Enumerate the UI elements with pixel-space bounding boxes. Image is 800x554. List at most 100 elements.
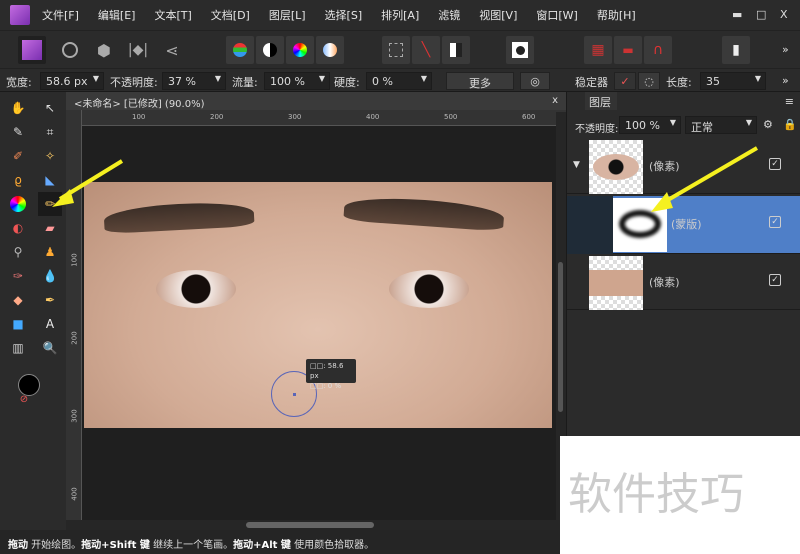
snapping-button[interactable]: ∩ bbox=[644, 36, 672, 64]
color-picker-icon[interactable]: ✎ bbox=[10, 124, 26, 140]
menu-select[interactable]: 选择[S] bbox=[325, 7, 363, 23]
blend-mode-select[interactable]: 正常 ▼ bbox=[685, 116, 757, 134]
context-toolbar: 宽度: 58.6 px ▼ 不透明度: 37 % ▼ 流量: 100 % ▼ 硬度: … bbox=[0, 68, 800, 153]
maximize-button[interactable]: □ bbox=[756, 8, 766, 21]
annotation-arrow-icon bbox=[651, 146, 759, 212]
layer-visibility-checkbox[interactable]: ✓ bbox=[769, 274, 781, 286]
white-balance-button[interactable] bbox=[316, 36, 344, 64]
levels-icon bbox=[233, 43, 247, 57]
patch-tool-icon[interactable]: ◆ bbox=[10, 292, 26, 308]
layer-visibility-checkbox[interactable]: ✓ bbox=[769, 158, 781, 170]
snapping-grid-button[interactable]: ▦ bbox=[584, 36, 612, 64]
zoom-tool-icon[interactable]: 🔍 bbox=[42, 340, 58, 356]
dodge-brush-icon[interactable]: ◐ bbox=[10, 220, 26, 236]
layer-thumbnail bbox=[589, 256, 643, 310]
menu-edit[interactable]: 编辑[E] bbox=[98, 7, 136, 23]
menu-view[interactable]: 视图[V] bbox=[479, 7, 517, 23]
hardness-field[interactable]: 0 % ▼ bbox=[366, 72, 432, 90]
ruler-tick-label: 500 bbox=[444, 113, 458, 121]
smudge-icon[interactable]: ⚲ bbox=[10, 244, 26, 260]
snap-icon: ▬ bbox=[622, 43, 634, 57]
brightness-button[interactable] bbox=[256, 36, 284, 64]
mesh-warp-icon[interactable]: ▥ bbox=[10, 340, 26, 356]
invert-selection-button[interactable] bbox=[442, 36, 470, 64]
document-title: <未命名> [已修改] (90.0%) bbox=[74, 99, 205, 110]
menu-filters[interactable]: 滤镜 bbox=[438, 7, 460, 23]
view-tool-hand-icon[interactable]: ✋ bbox=[10, 100, 26, 116]
layer-row[interactable]: (像素) ✓ bbox=[567, 254, 800, 310]
gear-icon[interactable]: ⚙ bbox=[763, 118, 773, 131]
status-text: 继续上一个笔画。 bbox=[149, 540, 234, 551]
develop-persona-button[interactable]: ⬢ bbox=[90, 36, 118, 64]
menu-text[interactable]: 文本[T] bbox=[154, 7, 191, 23]
clone-brush-icon[interactable]: ♟ bbox=[42, 244, 58, 260]
width-field[interactable]: 58.6 px ▼ bbox=[40, 72, 104, 90]
affinity-photo-logo bbox=[10, 5, 30, 25]
layer-opacity-field[interactable]: 100 % ▼ bbox=[619, 116, 681, 134]
rectangle-tool-icon[interactable]: ■ bbox=[10, 316, 26, 332]
menu-document[interactable]: 文档[D] bbox=[211, 7, 250, 23]
color-wheel-icon bbox=[293, 43, 307, 57]
watermark: 软件技巧 bbox=[560, 436, 800, 554]
select-all-button[interactable] bbox=[382, 36, 410, 64]
rope-mode-button[interactable]: ✓ bbox=[614, 72, 636, 90]
tone-mapping-persona-button[interactable]: |◆| bbox=[124, 36, 152, 64]
selection-brush-icon[interactable]: ✐ bbox=[10, 148, 26, 164]
white-balance-icon bbox=[323, 43, 337, 57]
color-wheel-button[interactable] bbox=[286, 36, 314, 64]
erase-brush-icon[interactable]: ▰ bbox=[42, 220, 58, 236]
text-tool-icon[interactable]: A bbox=[42, 316, 58, 332]
close-document-icon[interactable]: x bbox=[552, 95, 558, 106]
opacity-field[interactable]: 37 % ▼ bbox=[162, 72, 226, 90]
crop-tool-icon[interactable]: ⌗ bbox=[42, 124, 58, 140]
close-button[interactable]: X bbox=[780, 8, 788, 21]
assistant-button[interactable]: ▮ bbox=[722, 36, 750, 64]
minimize-button[interactable]: ▬ bbox=[732, 8, 742, 21]
menu-file[interactable]: 文件[F] bbox=[42, 7, 79, 23]
vertical-scroll-thumb[interactable] bbox=[558, 262, 563, 412]
width-label: 宽度: bbox=[6, 76, 32, 89]
face-photo[interactable] bbox=[84, 182, 552, 428]
more-button[interactable]: 更多 bbox=[446, 72, 514, 90]
chevron-down-icon: ▼ bbox=[745, 118, 752, 127]
snap-button[interactable]: ▬ bbox=[614, 36, 642, 64]
chevron-down-icon: ▼ bbox=[754, 74, 761, 83]
chevron-down-icon: ▼ bbox=[669, 118, 676, 127]
no-color-icon[interactable]: ⊘ bbox=[16, 392, 32, 408]
mask-mode-button[interactable] bbox=[506, 36, 534, 64]
context-overflow-icon[interactable]: » bbox=[782, 74, 789, 87]
menu-help[interactable]: 帮助[H] bbox=[597, 7, 636, 23]
export-persona-button[interactable]: ⋖ bbox=[158, 36, 186, 64]
lock-icon[interactable]: 🔒 bbox=[783, 118, 797, 131]
flow-field[interactable]: 100 % ▼ bbox=[264, 72, 330, 90]
invert-selection-icon bbox=[450, 43, 462, 57]
menu-layer[interactable]: 图层[L] bbox=[269, 7, 306, 23]
right-eye bbox=[389, 270, 469, 308]
menu-window[interactable]: 窗口[W] bbox=[536, 7, 577, 23]
inpainting-brush-icon[interactable]: ✑ bbox=[10, 268, 26, 284]
toolbar-overflow-icon[interactable]: » bbox=[782, 43, 789, 56]
menu-arrange[interactable]: 排列[A] bbox=[381, 7, 419, 23]
panel-menu-icon[interactable]: ≡ bbox=[785, 95, 794, 108]
move-tool-icon[interactable]: ↖ bbox=[42, 100, 58, 116]
layer-thumbnail bbox=[589, 140, 643, 194]
length-field[interactable]: 35 ▼ bbox=[700, 72, 766, 90]
color-wheel-icon[interactable] bbox=[10, 196, 26, 212]
status-text: 使用颜色拾取器。 bbox=[290, 540, 375, 551]
layer-visibility-checkbox[interactable]: ✓ bbox=[769, 216, 781, 228]
expand-triangle-icon[interactable]: ▼ bbox=[573, 160, 580, 170]
layer-opacity-label: 不透明度: bbox=[575, 124, 619, 135]
liquify-persona-button[interactable] bbox=[56, 36, 84, 64]
photo-persona-button[interactable] bbox=[18, 36, 46, 64]
document-tab[interactable]: <未命名> [已修改] (90.0%) x bbox=[66, 92, 566, 110]
chevron-down-icon: ▼ bbox=[92, 74, 99, 83]
deselect-button[interactable]: ╲ bbox=[412, 36, 440, 64]
blur-brush-icon[interactable]: 💧 bbox=[42, 268, 58, 284]
horizontal-scroll-thumb[interactable] bbox=[246, 522, 374, 528]
levels-button[interactable] bbox=[226, 36, 254, 64]
pressure-button[interactable]: ◎ bbox=[520, 72, 550, 90]
tab-layers[interactable]: 图层 bbox=[585, 92, 617, 110]
freehand-selection-icon[interactable]: ϱ bbox=[10, 172, 26, 188]
pen-tool-icon[interactable]: ✒ bbox=[42, 292, 58, 308]
window-mode-button[interactable]: ◌ bbox=[638, 72, 660, 90]
